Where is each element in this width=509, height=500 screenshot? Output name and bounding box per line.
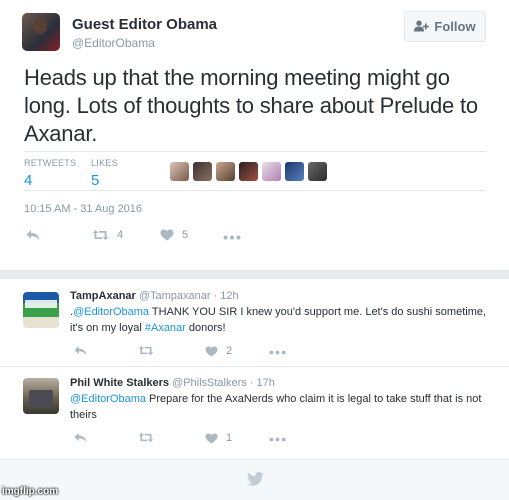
retweet-action[interactable] bbox=[138, 432, 154, 443]
tweet-stats: RETWEETS 4 LIKES 5 bbox=[24, 151, 486, 191]
retweets-stat[interactable]: RETWEETS 4 bbox=[24, 158, 76, 189]
reply-icon bbox=[26, 230, 40, 240]
likes-stat[interactable]: LIKES 5 bbox=[91, 158, 118, 189]
heart-icon bbox=[160, 229, 174, 241]
follow-label: Follow bbox=[434, 19, 476, 34]
more-action[interactable] bbox=[269, 437, 286, 442]
section-divider bbox=[0, 270, 509, 279]
avatar[interactable] bbox=[23, 292, 59, 328]
retweet-icon bbox=[138, 345, 154, 356]
reply-action[interactable] bbox=[74, 432, 87, 443]
reply-meta[interactable]: @PhilsStalkers · 17h bbox=[172, 377, 275, 389]
liker-avatar[interactable] bbox=[239, 162, 258, 181]
reply-text: @EditorObama Prepare for the AxaNerds wh… bbox=[70, 391, 490, 423]
like-count: 1 bbox=[226, 432, 233, 444]
retweet-action[interactable]: 4 bbox=[92, 229, 123, 241]
reply-header: TampAxanar @Tampaxanar · 12h bbox=[70, 290, 239, 302]
like-action[interactable]: 5 bbox=[160, 229, 188, 241]
mention-link[interactable]: @EditorObama bbox=[70, 393, 146, 405]
reply-header: Phil White Stalkers @PhilsStalkers · 17h bbox=[70, 377, 275, 389]
avatar[interactable] bbox=[22, 13, 60, 51]
likes-count: 5 bbox=[91, 172, 100, 189]
reply-text-suffix: donors! bbox=[185, 322, 226, 334]
watermark: imgflip.com bbox=[2, 486, 59, 497]
liker-avatar[interactable] bbox=[193, 162, 212, 181]
like-count: 5 bbox=[182, 229, 189, 241]
more-action[interactable] bbox=[223, 235, 241, 240]
reply-meta[interactable]: @Tampaxanar · 12h bbox=[139, 290, 239, 302]
likers-avatars bbox=[170, 162, 327, 181]
reply-tweet[interactable]: Phil White Stalkers @PhilsStalkers · 17h … bbox=[0, 368, 509, 460]
author-handle[interactable]: @EditorObama bbox=[72, 36, 155, 50]
reply-actions: 2 bbox=[74, 345, 334, 363]
reply-icon bbox=[74, 432, 87, 443]
like-action[interactable]: 1 bbox=[205, 432, 232, 444]
timeline-footer bbox=[0, 460, 509, 500]
heart-icon bbox=[205, 345, 218, 357]
tweet-text: Heads up that the morning meeting might … bbox=[24, 65, 478, 146]
follow-button[interactable]: Follow bbox=[404, 11, 486, 42]
retweets-count: 4 bbox=[24, 172, 33, 189]
more-action[interactable] bbox=[269, 350, 286, 355]
reply-text: .@EditorObama THANK YOU SIR I knew you'd… bbox=[70, 304, 490, 336]
retweet-action[interactable] bbox=[138, 345, 154, 356]
liker-avatar[interactable] bbox=[285, 162, 304, 181]
liker-avatar[interactable] bbox=[170, 162, 189, 181]
hashtag-link[interactable]: #Axanar bbox=[145, 322, 186, 334]
reply-author-name[interactable]: Phil White Stalkers bbox=[70, 377, 169, 389]
twitter-bird-icon bbox=[247, 472, 264, 486]
author-name[interactable]: Guest Editor Obama bbox=[72, 16, 217, 33]
retweet-count: 4 bbox=[117, 229, 124, 241]
like-count: 2 bbox=[226, 345, 233, 357]
more-icon bbox=[269, 437, 286, 442]
reply-icon bbox=[74, 345, 87, 356]
liker-avatar[interactable] bbox=[216, 162, 235, 181]
reply-author-name[interactable]: TampAxanar bbox=[70, 290, 136, 302]
follow-user-icon bbox=[414, 20, 430, 34]
likes-label: LIKES bbox=[91, 158, 119, 168]
mention-link[interactable]: @EditorObama bbox=[73, 306, 149, 318]
reply-action[interactable] bbox=[26, 229, 40, 241]
more-icon bbox=[223, 235, 241, 240]
retweet-icon bbox=[92, 230, 109, 240]
tweet-actions: 4 5 bbox=[26, 229, 286, 247]
like-action[interactable]: 2 bbox=[205, 345, 232, 357]
reply-actions: 1 bbox=[74, 432, 334, 450]
avatar[interactable] bbox=[23, 378, 59, 414]
retweet-icon bbox=[138, 432, 154, 443]
main-tweet: Guest Editor Obama @EditorObama Follow H… bbox=[0, 0, 509, 270]
heart-icon bbox=[205, 432, 218, 444]
more-icon bbox=[269, 350, 286, 355]
liker-avatar[interactable] bbox=[308, 162, 327, 181]
reply-tweet[interactable]: TampAxanar @Tampaxanar · 12h .@EditorObam… bbox=[0, 280, 509, 367]
tweet-timestamp[interactable]: 10:15 AM - 31 Aug 2016 bbox=[24, 203, 142, 215]
reply-action[interactable] bbox=[74, 345, 87, 356]
liker-avatar[interactable] bbox=[262, 162, 281, 181]
retweets-label: RETWEETS bbox=[24, 158, 77, 168]
